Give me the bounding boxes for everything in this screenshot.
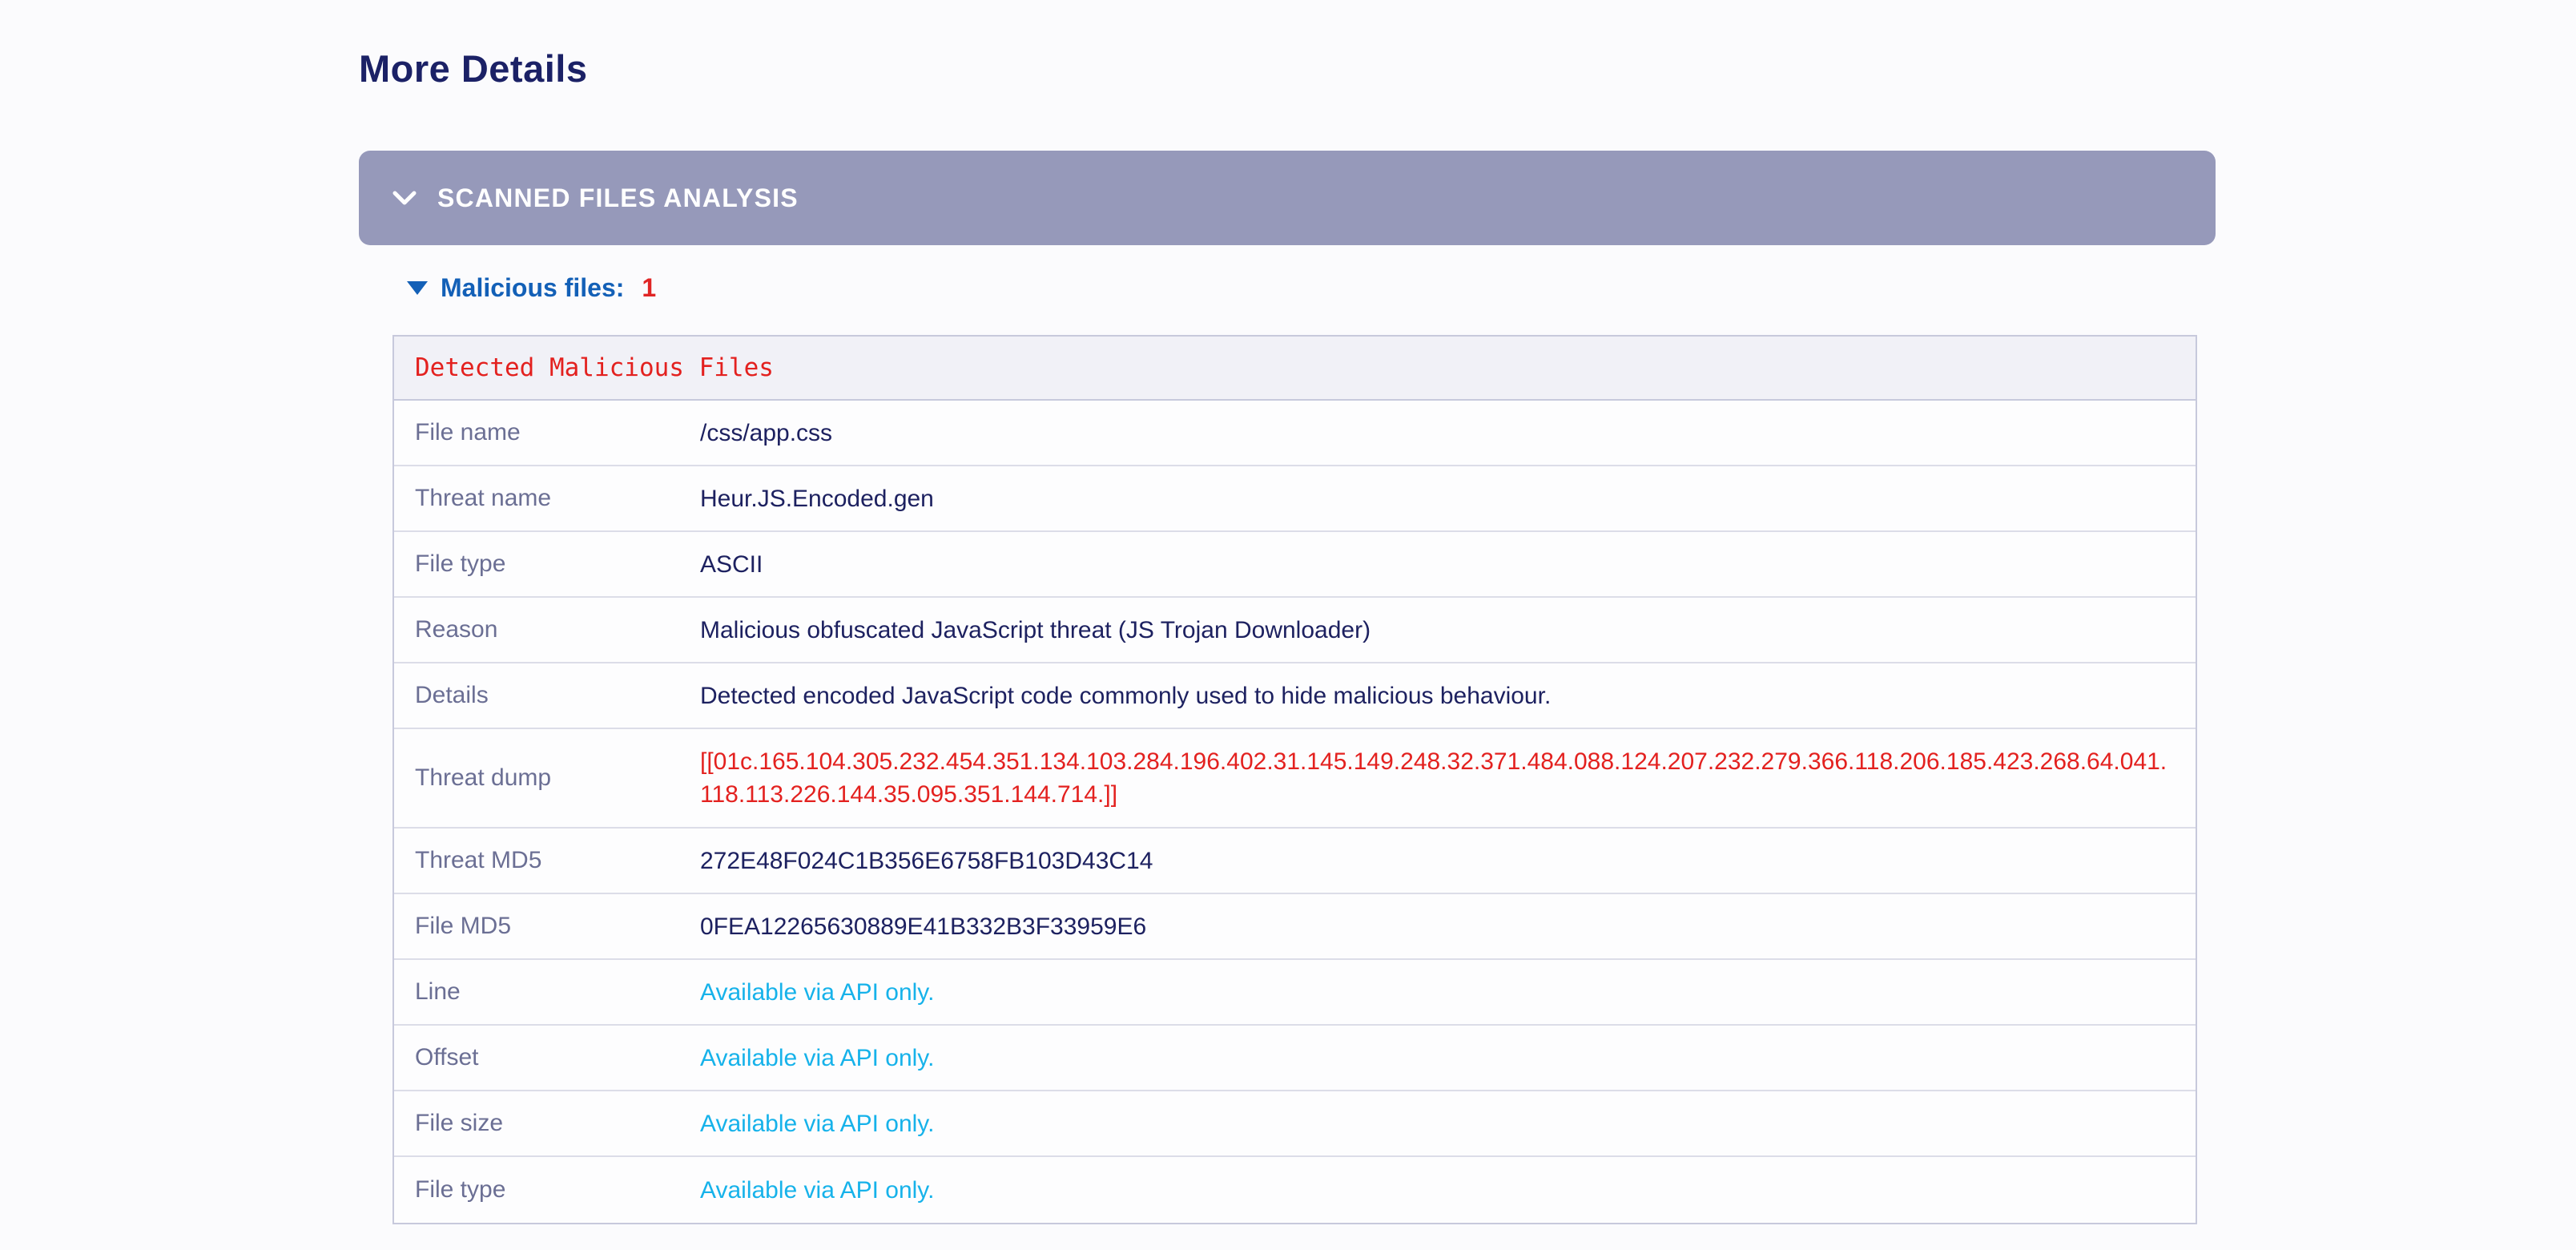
row-label: File size [394, 1110, 700, 1137]
table-row-file-md5: File MD5 0FEA12265630889E41B332B3F33959E… [394, 894, 2196, 960]
page-title: More Details [359, 46, 587, 91]
table-row-reason: Reason Malicious obfuscated JavaScript t… [394, 598, 2196, 663]
malicious-files-label: Malicious files: [441, 273, 624, 303]
table-row-file-type-2: File type Available via API only. [394, 1157, 2196, 1223]
row-label: File MD5 [394, 913, 700, 940]
row-value-api-only: Available via API only. [700, 976, 2196, 1009]
table-row-offset: Offset Available via API only. [394, 1026, 2196, 1091]
row-label: Threat name [394, 485, 700, 512]
row-value-api-only: Available via API only. [700, 1107, 2196, 1140]
row-label: Threat dump [394, 764, 700, 792]
table-title: Detected Malicious Files [415, 353, 774, 382]
malicious-files-toggle[interactable]: Malicious files: 1 [407, 271, 656, 304]
row-label: Threat MD5 [394, 847, 700, 874]
row-label: Reason [394, 616, 700, 643]
chevron-down-icon[interactable] [392, 191, 417, 205]
row-value-threat-dump: [[01c.165.104.305.232.454.351.134.103.28… [700, 745, 2196, 811]
row-label: Line [394, 978, 700, 1006]
section-header-label: SCANNED FILES ANALYSIS [437, 183, 799, 213]
table-row-line: Line Available via API only. [394, 960, 2196, 1026]
table-row-file-type: File type ASCII [394, 532, 2196, 598]
section-header-scanned-files-analysis[interactable]: SCANNED FILES ANALYSIS [359, 151, 2216, 245]
row-value: Malicious obfuscated JavaScript threat (… [700, 614, 2196, 647]
row-value: 0FEA12265630889E41B332B3F33959E6 [700, 910, 2196, 943]
row-value: /css/app.css [700, 417, 2196, 450]
row-label: Offset [394, 1044, 700, 1071]
table-row-threat-dump: Threat dump [[01c.165.104.305.232.454.35… [394, 729, 2196, 829]
table-row-file-size: File size Available via API only. [394, 1091, 2196, 1157]
detected-malicious-files-table: Detected Malicious Files File name /css/… [392, 335, 2197, 1224]
table-row-file-name: File name /css/app.css [394, 401, 2196, 466]
row-value: Heur.JS.Encoded.gen [700, 482, 2196, 515]
row-value: 272E48F024C1B356E6758FB103D43C14 [700, 845, 2196, 877]
row-value: Detected encoded JavaScript code commonl… [700, 679, 2196, 712]
table-row-details: Details Detected encoded JavaScript code… [394, 663, 2196, 729]
row-label: File type [394, 550, 700, 578]
table-header: Detected Malicious Files [394, 337, 2196, 401]
malicious-files-count: 1 [642, 273, 656, 303]
row-label: File name [394, 419, 700, 446]
row-label: File type [394, 1176, 700, 1204]
row-value-api-only: Available via API only. [700, 1042, 2196, 1075]
table-row-threat-name: Threat name Heur.JS.Encoded.gen [394, 466, 2196, 532]
row-value: ASCII [700, 548, 2196, 581]
row-label: Details [394, 682, 700, 709]
triangle-down-icon [407, 281, 428, 295]
table-row-threat-md5: Threat MD5 272E48F024C1B356E6758FB103D43… [394, 829, 2196, 894]
more-details-page: More Details SCANNED FILES ANALYSIS Mali… [0, 0, 2576, 1250]
row-value-api-only: Available via API only. [700, 1174, 2196, 1207]
